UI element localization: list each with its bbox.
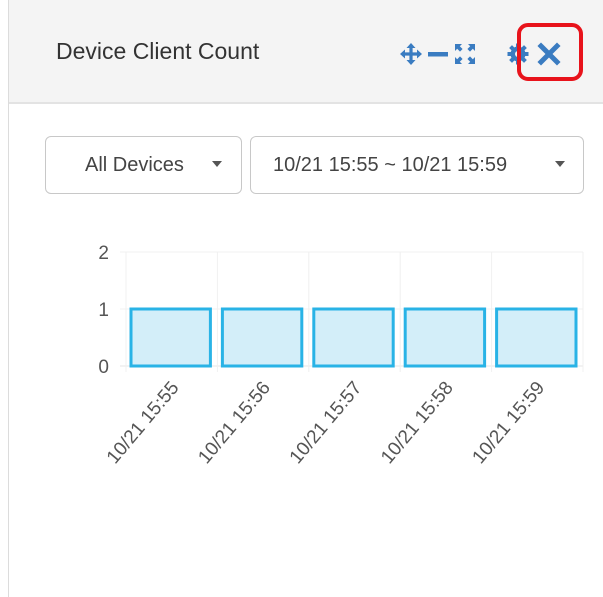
y-tick-label: 2 [98, 243, 109, 264]
client-count-bar-chart: 012 10/21 15:55 10/21 15:56 10/21 15:57 10/… [98, 243, 584, 468]
bar [220, 307, 304, 368]
y-tick-label: 0 [98, 357, 109, 378]
y-tick-label: 1 [98, 300, 109, 321]
x-tick-label: 10/21 15:56 [194, 378, 275, 468]
x-tick-label: 10/21 15:59 [469, 378, 550, 468]
bar [312, 307, 395, 368]
x-tick-label: 10/21 15:57 [286, 378, 367, 468]
bar [129, 307, 212, 368]
x-tick-label: 10/21 15:58 [377, 378, 458, 468]
bar [495, 307, 578, 368]
x-tick-label: 10/21 15:55 [103, 378, 184, 468]
device-client-count-widget: Device Client Count All Devices 10/21 15… [8, 0, 603, 597]
bar [403, 307, 487, 368]
